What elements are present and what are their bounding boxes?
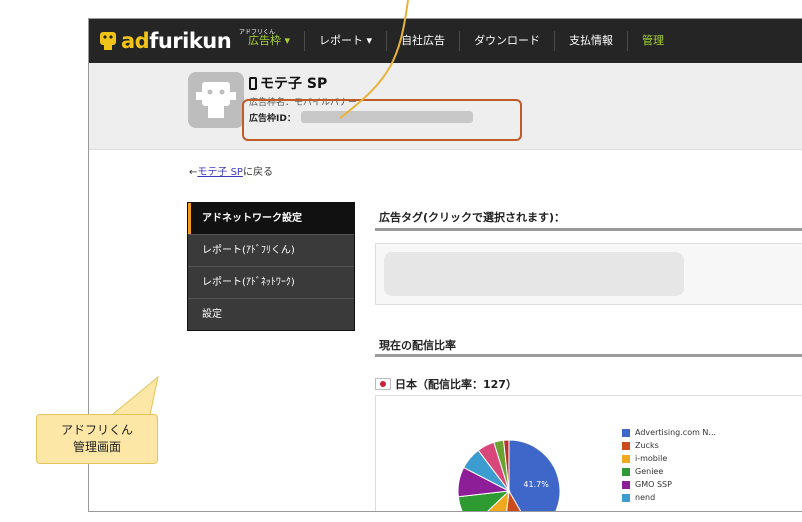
callout-line2: 管理画面 bbox=[72, 440, 121, 454]
callout-line1: アドフリくん bbox=[60, 423, 133, 437]
callout-bubble: アドフリくん 管理画面 bbox=[36, 414, 158, 464]
